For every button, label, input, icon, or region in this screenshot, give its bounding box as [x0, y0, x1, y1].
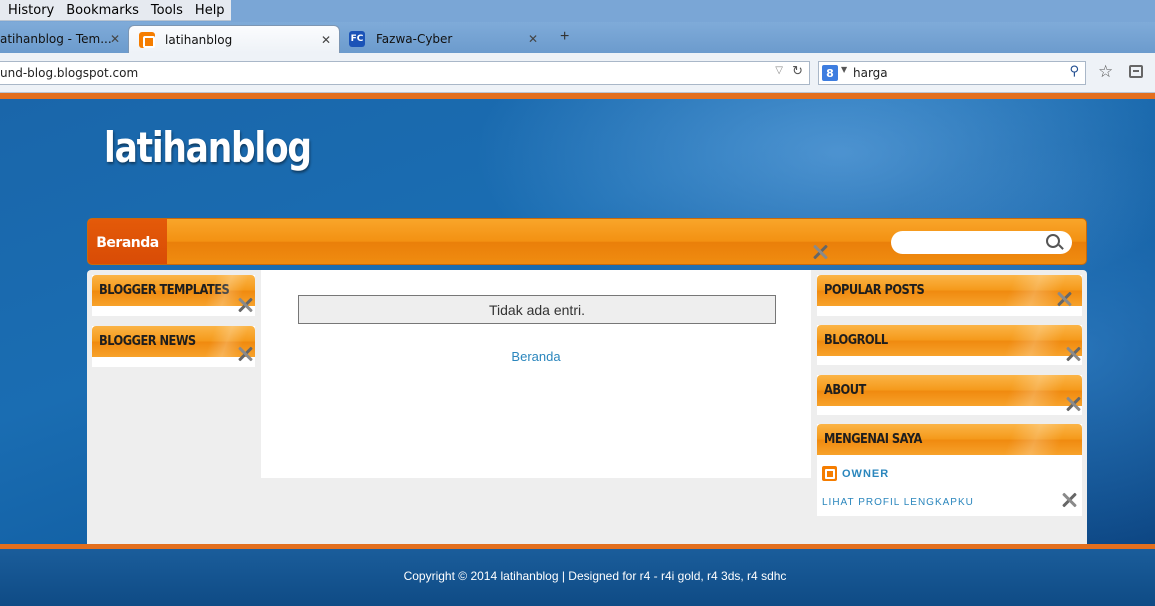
tab-close-icon[interactable]: ✕ — [321, 33, 331, 47]
tab-strip: atihanblog - Tem... ✕ latihanblog ✕ FC F… — [0, 22, 1155, 53]
reload-icon[interactable]: ↻ — [792, 64, 803, 79]
navigation-toolbar: und-blog.blogspot.com ▽ ↻ 8 ▼ harga ⚲ — [0, 53, 1155, 93]
tab-title: atihanblog - Tem... — [0, 32, 112, 46]
view-full-profile-link[interactable]: LIHAT PROFIL LENGKAPKU — [822, 497, 974, 508]
url-bar[interactable]: und-blog.blogspot.com ▽ ↻ — [0, 61, 810, 85]
widget-header: BLOGGER NEWS — [92, 326, 255, 357]
tab-latihanblog[interactable]: latihanblog ✕ — [128, 25, 340, 53]
widget-header: ABOUT — [817, 375, 1082, 406]
search-bar[interactable]: 8 ▼ harga ⚲ — [818, 61, 1086, 85]
tab-close-icon[interactable]: ✕ — [110, 32, 120, 46]
widget-blogger-templates: BLOGGER TEMPLATES — [92, 275, 255, 316]
widget-popular-posts: POPULAR POSTS — [817, 275, 1082, 316]
blog-search-input[interactable] — [891, 231, 1072, 254]
nav-home-link[interactable]: Beranda — [88, 219, 167, 264]
widget-blogger-news: BLOGGER NEWS — [92, 326, 255, 367]
menu-tools[interactable]: Tools — [151, 3, 183, 18]
chevron-down-icon[interactable]: ▼ — [841, 65, 847, 74]
widget-title: MENGENAI SAYA — [824, 432, 922, 447]
main-column: Tidak ada entri. Beranda — [261, 270, 811, 478]
blogger-icon — [139, 32, 155, 48]
blog-nav-bar: Beranda — [87, 218, 1087, 265]
widget-header: BLOGGER TEMPLATES — [92, 275, 255, 306]
tab-latihanblog-template[interactable]: atihanblog - Tem... ✕ — [0, 25, 128, 53]
footer-copyright: Copyright © 2014 latihanblog | Designed … — [403, 569, 787, 583]
widget-title: BLOGGER TEMPLATES — [99, 283, 230, 298]
menu-history[interactable]: History — [8, 3, 54, 18]
header-accent-line — [0, 93, 1155, 99]
widget-header: POPULAR POSTS — [817, 275, 1082, 306]
fc-icon: FC — [349, 31, 365, 47]
bookmark-star-icon[interactable]: ☆ — [1098, 62, 1113, 82]
widget-about: ABOUT — [817, 375, 1082, 415]
menu-bar: History Bookmarks Tools Help — [0, 0, 1155, 22]
profile-name-link[interactable]: OWNER — [842, 468, 889, 480]
footer: Copyright © 2014 latihanblog | Designed … — [0, 549, 1155, 606]
edit-tools-icon[interactable] — [811, 243, 829, 261]
edit-tools-icon[interactable] — [236, 296, 254, 314]
url-text: und-blog.blogspot.com — [0, 66, 139, 80]
menu-help[interactable]: Help — [195, 3, 225, 18]
widget-blogroll: BLOGROLL — [817, 325, 1082, 365]
blog-title[interactable]: latihanblog — [104, 123, 312, 172]
url-dropdown-icon[interactable]: ▽ — [775, 65, 783, 76]
home-link[interactable]: Beranda — [261, 349, 811, 364]
search-input[interactable]: harga — [853, 66, 888, 80]
widget-title: ABOUT — [824, 383, 866, 398]
edit-tools-icon[interactable] — [236, 345, 254, 363]
new-tab-button[interactable]: + — [560, 28, 569, 46]
menu-bookmarks[interactable]: Bookmarks — [66, 3, 139, 18]
widget-title: POPULAR POSTS — [824, 283, 925, 298]
edit-tools-icon[interactable] — [1064, 345, 1082, 363]
search-icon[interactable]: ⚲ — [1069, 64, 1079, 79]
tab-close-icon[interactable]: ✕ — [528, 32, 538, 46]
widget-header: MENGENAI SAYA — [817, 424, 1082, 455]
blog-page: latihanblog Beranda BLOGGER TEMPLATES BL… — [0, 93, 1155, 606]
bookmarks-menu-icon[interactable] — [1129, 65, 1143, 78]
tab-fazwa-cyber[interactable]: FC Fazwa-Cyber ✕ — [346, 25, 546, 53]
edit-tools-icon[interactable] — [1060, 491, 1078, 509]
edit-tools-icon[interactable] — [1055, 290, 1073, 308]
google-icon[interactable]: 8 — [822, 65, 838, 81]
no-posts-message: Tidak ada entri. — [298, 295, 776, 324]
menu-bar-items: History Bookmarks Tools Help — [0, 0, 231, 21]
blogger-profile-icon — [822, 466, 837, 481]
tab-title: Fazwa-Cyber — [376, 32, 453, 46]
widget-title: BLOGROLL — [824, 333, 888, 348]
widget-mengenai-saya: MENGENAI SAYA OWNER LIHAT PROFIL LENGKAP… — [817, 424, 1082, 516]
edit-tools-icon[interactable] — [1064, 395, 1082, 413]
widget-header: BLOGROLL — [817, 325, 1082, 356]
tab-title: latihanblog — [165, 32, 233, 47]
search-icon[interactable] — [1046, 234, 1060, 248]
widget-title: BLOGGER NEWS — [99, 334, 196, 349]
profile-section: OWNER LIHAT PROFIL LENGKAPKU — [817, 455, 1082, 516]
